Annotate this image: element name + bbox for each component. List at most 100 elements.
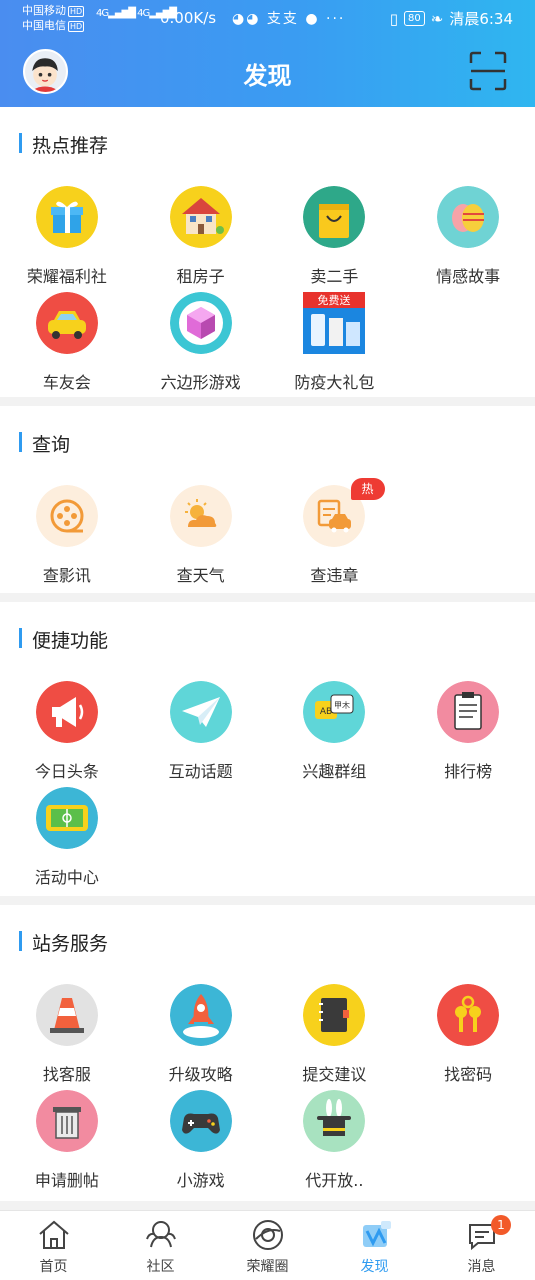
grid-item-traffic-violation[interactable]: 热 查违章 bbox=[268, 478, 402, 585]
grid-item-epidemic-package[interactable]: 免费送 防疫大礼包 bbox=[268, 285, 402, 392]
grid-item-sell-used[interactable]: 卖二手 bbox=[268, 179, 402, 286]
grid-item-label: 查天气 bbox=[176, 566, 225, 585]
trash-can-icon bbox=[35, 1090, 98, 1152]
grid-item-welfare[interactable]: 荣耀福利社 bbox=[0, 179, 134, 286]
grid-item-hexagon-game[interactable]: 六边形游戏 bbox=[134, 285, 268, 392]
car-icon bbox=[35, 292, 98, 354]
tab-label: 发现 bbox=[360, 1259, 389, 1275]
section-title: 热点推荐 bbox=[32, 135, 109, 157]
house-icon bbox=[169, 186, 232, 248]
grid-item-label: 代开放.. bbox=[305, 1171, 364, 1190]
grid-item-mini-games[interactable]: 小游戏 bbox=[134, 1083, 268, 1190]
grid-item-label: 荣耀福利社 bbox=[26, 267, 107, 286]
grid-item-rent-house[interactable]: 租房子 bbox=[134, 179, 268, 286]
grid-item-interest-groups[interactable]: AB 甲木 兴趣群组 bbox=[268, 674, 402, 781]
keys-icon bbox=[437, 984, 500, 1046]
svg-text:免费送: 免费送 bbox=[318, 293, 351, 307]
section-query: 查询 查影讯 查天气 热 查违章 bbox=[0, 406, 535, 593]
shopping-bag-icon bbox=[303, 186, 366, 248]
grid-item-label: 找客服 bbox=[42, 1065, 91, 1084]
grid-item-label: 申请删帖 bbox=[34, 1171, 99, 1190]
grid-item-label: 租房子 bbox=[176, 267, 225, 286]
app-header: 中国移动 HD 中国电信 HD 4G▂▄▆█ 4G▂▄▆█ 0.00K/s ◕◕ 支… bbox=[0, 0, 535, 107]
grid-item-label: 找密码 bbox=[444, 1065, 493, 1084]
grid-item-label: 卖二手 bbox=[310, 267, 359, 286]
grid-item-upgrade-guide[interactable]: 升级攻略 bbox=[134, 977, 268, 1084]
weather-icon bbox=[169, 485, 232, 547]
grid-item-label: 今日头条 bbox=[34, 762, 99, 781]
cube-icon bbox=[169, 292, 232, 354]
leaf-icon: ❧ bbox=[430, 9, 444, 28]
grid-item-label: 兴趣群组 bbox=[302, 762, 367, 781]
circle-icon bbox=[252, 1220, 283, 1250]
stadium-icon bbox=[35, 787, 98, 849]
section-title: 查询 bbox=[32, 434, 71, 456]
grid-item-movie-info[interactable]: 查影讯 bbox=[0, 478, 134, 585]
carrier-2: 中国电信 bbox=[22, 19, 66, 32]
grid-item-label: 升级攻略 bbox=[168, 1065, 233, 1084]
tab-label: 荣耀圈 bbox=[246, 1259, 289, 1275]
carrier-info: 中国移动 HD 中国电信 HD bbox=[22, 3, 85, 33]
clipboard-icon bbox=[437, 681, 500, 743]
traffic-cone-icon bbox=[35, 984, 98, 1046]
section-site-services: 站务服务 找客服 升级攻略 提交建议 找密码 申请删帖 小游戏 代开放.. bbox=[0, 905, 535, 1201]
grid-item-label: 排行榜 bbox=[444, 762, 493, 781]
grid-item-topics[interactable]: 互动话题 bbox=[134, 674, 268, 781]
status-bar: 中国移动 HD 中国电信 HD 4G▂▄▆█ 4G▂▄▆█ 0.00K/s ◕◕ 支… bbox=[0, 0, 535, 38]
grid-item-label: 互动话题 bbox=[168, 762, 233, 781]
discover-icon bbox=[362, 1221, 391, 1247]
scan-icon[interactable] bbox=[469, 51, 507, 91]
section-title: 站务服务 bbox=[32, 933, 109, 955]
grid-item-label: 活动中心 bbox=[34, 868, 99, 887]
section-accent-bar bbox=[19, 628, 22, 648]
page-title: 发现 bbox=[243, 62, 292, 90]
community-icon bbox=[145, 1221, 176, 1248]
tab-honor-circle[interactable]: 荣耀圈 bbox=[214, 1211, 321, 1280]
grid-item-label: 车友会 bbox=[42, 373, 91, 392]
notebook-icon bbox=[303, 984, 366, 1046]
chat-bubbles-icon: AB 甲木 bbox=[303, 681, 366, 743]
easter-egg-icon bbox=[437, 186, 500, 248]
section-header: 便捷功能 bbox=[0, 602, 535, 674]
grid-item-find-password[interactable]: 找密码 bbox=[401, 977, 535, 1084]
unread-badge: 1 bbox=[491, 1215, 511, 1235]
discover-content: 热点推荐 荣耀福利社 租房子 卖二手 情感故事 车友会 六边形游戏 免费送 防疫… bbox=[0, 107, 535, 1210]
grid-item-customer-service[interactable]: 找客服 bbox=[0, 977, 134, 1084]
paper-plane-icon bbox=[169, 681, 232, 743]
section-header: 查询 bbox=[0, 406, 535, 478]
hd-badge: HD bbox=[68, 6, 85, 17]
grid-item-label: 查影讯 bbox=[42, 566, 91, 585]
svg-text:甲木: 甲木 bbox=[334, 700, 350, 710]
grid-item-activity-center[interactable]: 活动中心 bbox=[0, 780, 134, 887]
section-header: 站务服务 bbox=[0, 905, 535, 977]
network-speed: 0.00K/s bbox=[160, 9, 217, 27]
tab-community[interactable]: 社区 bbox=[107, 1211, 214, 1280]
section-accent-bar bbox=[19, 931, 22, 951]
tab-messages[interactable]: 1 消息 bbox=[428, 1211, 535, 1280]
grid-item-emotional-story[interactable]: 情感故事 bbox=[401, 179, 535, 286]
grid-item-label: 防疫大礼包 bbox=[294, 373, 375, 392]
grid-item-label: 情感故事 bbox=[436, 267, 501, 286]
grid-item-label: 小游戏 bbox=[176, 1171, 225, 1190]
grid-item-submit-suggestion[interactable]: 提交建议 bbox=[268, 977, 402, 1084]
gift-icon bbox=[35, 186, 98, 248]
grid-item-open-release[interactable]: 代开放.. bbox=[268, 1083, 402, 1190]
bottom-tab-bar: 首页 社区 荣耀圈 发现 1 消息 bbox=[0, 1210, 535, 1280]
vibrate-icon: ▯ bbox=[389, 9, 398, 28]
tab-home[interactable]: 首页 bbox=[0, 1211, 107, 1280]
section-convenient-functions: 便捷功能 今日头条 互动话题 AB 甲木 兴趣群组 排行榜 活动中心 bbox=[0, 602, 535, 896]
promo-image-icon: 免费送 bbox=[303, 292, 366, 354]
grid-item-label: 六边形游戏 bbox=[160, 373, 241, 392]
section-hot-recommend: 热点推荐 荣耀福利社 租房子 卖二手 情感故事 车友会 六边形游戏 免费送 防疫… bbox=[0, 107, 535, 397]
grid-item-weather[interactable]: 查天气 bbox=[134, 478, 268, 585]
grid-item-headlines[interactable]: 今日头条 bbox=[0, 674, 134, 781]
rocket-icon bbox=[169, 984, 232, 1046]
tab-discover[interactable]: 发现 bbox=[321, 1211, 428, 1280]
grid-item-rankings[interactable]: 排行榜 bbox=[401, 674, 535, 781]
section-accent-bar bbox=[19, 133, 22, 153]
grid-item-car-club[interactable]: 车友会 bbox=[0, 285, 134, 392]
battery-icon: 80 bbox=[404, 11, 425, 26]
section-accent-bar bbox=[19, 432, 22, 452]
grid-item-delete-post[interactable]: 申请删帖 bbox=[0, 1083, 134, 1190]
tab-label: 首页 bbox=[39, 1259, 68, 1275]
